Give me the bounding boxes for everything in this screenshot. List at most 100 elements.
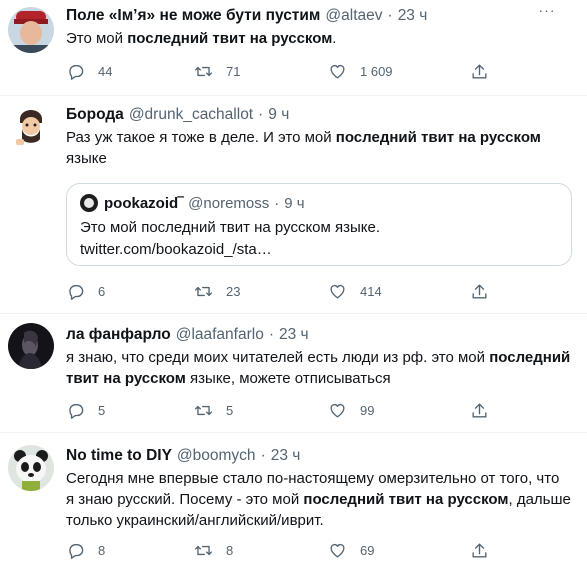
share-button[interactable] [470,539,489,561]
share-icon [472,542,487,558]
more-options-icon[interactable]: ··· [537,0,557,20]
tweet-actions: 6 23 414 [66,280,496,302]
quoted-tweet[interactable]: pookazoid‾ @noremoss · 9 ч Это мой после… [66,183,572,266]
tweet-header: Борода @drunk_cachallot · 9 ч [66,105,577,125]
tweet-actions: 5 5 99 [66,399,496,421]
retweet-count: 8 [226,542,234,558]
tweet[interactable]: Поле «Ім’я» не може бути пустим @altaev … [0,0,587,96]
reply-count: 44 [98,63,113,79]
separator-dot: · [268,326,274,343]
quoted-tweet-header: pookazoid‾ @noremoss · 9 ч [80,193,305,213]
share-icon [472,283,487,299]
separator-dot: · [274,194,280,212]
handle[interactable]: @laafanfarlo [176,325,264,345]
retweet-button[interactable]: 5 [194,399,233,421]
retweet-button[interactable]: 23 [194,280,240,302]
reply-button[interactable]: 44 [66,60,112,82]
reply-button[interactable]: 8 [66,539,105,561]
timestamp[interactable]: 23 ч [398,6,428,26]
retweet-button[interactable]: 71 [194,60,240,82]
text-bold-segment: последний твит на русском [303,491,509,508]
retweet-button[interactable]: 8 [194,539,233,561]
display-name[interactable]: No time to DIY [66,446,172,466]
quoted-timestamp: 9 ч [284,194,305,212]
timestamp[interactable]: 23 ч [279,325,309,345]
handle[interactable]: @drunk_cachallot [129,105,253,125]
text-bold-segment: последний твит на русском [335,129,541,146]
timestamp[interactable]: 23 ч [271,446,301,466]
text-segment: . [332,30,337,47]
tweet[interactable]: ла фанфарло @laafanfarlo · 23 ч я знаю, … [0,314,587,433]
tweet-actions: 8 8 69 [66,539,496,561]
avatar[interactable] [8,7,54,53]
like-button[interactable]: 99 [328,399,374,421]
retweet-icon [194,405,213,415]
tweet-feed: Поле «Ім’я» не може бути пустим @altaev … [0,0,587,572]
like-count: 1 609 [360,63,393,79]
tweet-header: No time to DIY @boomych · 23 ч [66,446,577,466]
share-icon [472,402,487,418]
handle[interactable]: @altaev [325,6,382,26]
share-button[interactable] [470,280,489,302]
quoted-display-name: pookazoid‾ [104,194,184,212]
heart-icon [330,403,345,418]
tweet-text: я знаю, что среди моих читателей есть лю… [66,347,571,389]
retweet-count: 71 [226,63,241,79]
retweet-icon [194,66,213,76]
like-count: 99 [360,402,375,418]
share-icon [472,63,487,79]
quoted-avatar [80,194,98,212]
display-name[interactable]: Борода [66,105,124,125]
quoted-tweet-text: Это мой последний твит на русском языке.… [80,217,560,261]
like-button[interactable]: 69 [328,539,374,561]
tweet-text: Это мой последний твит на русском. [66,28,571,49]
heart-icon [330,543,345,558]
retweet-count: 23 [226,283,241,299]
tweet-text: Сегодня мне впервые стало по-настоящему … [66,468,571,531]
retweet-icon [194,286,213,296]
reply-count: 6 [98,283,106,299]
text-segment: я знаю, что среди моих читателей есть лю… [66,349,490,366]
reply-button[interactable]: 5 [66,399,105,421]
tweet-header: ла фанфарло @laafanfarlo · 23 ч [66,325,577,345]
text-segment: языке, можете отписываться [185,370,391,387]
like-count: 69 [360,542,375,558]
reply-icon [69,64,84,80]
display-name[interactable]: ла фанфарло [66,325,171,345]
reply-icon [69,284,84,300]
handle[interactable]: @boomych [177,446,256,466]
separator-dot: · [258,106,264,123]
text-segment: Это мой [66,30,128,47]
heart-icon [330,284,345,299]
share-button[interactable] [470,60,489,82]
retweet-count: 5 [226,402,234,418]
quoted-link[interactable]: twitter.com/bookazoid_/sta… [80,239,560,261]
timestamp[interactable]: 9 ч [268,105,289,125]
reply-icon [69,543,84,559]
tweet[interactable]: No time to DIY @boomych · 23 ч Сегодня м… [0,433,587,572]
tweet-text: Раз уж такое я тоже в деле. И это мой по… [66,127,571,169]
reply-icon [69,403,84,419]
avatar-panda-icon [8,445,54,491]
quoted-line: Это мой последний твит на русском языке. [80,219,381,236]
like-button[interactable]: 1 609 [328,60,393,82]
heart-icon [330,64,345,79]
tweet-header: Поле «Ім’я» не може бути пустим @altaev … [66,6,577,26]
text-segment: Раз уж такое я тоже в деле. И это мой [66,129,336,146]
share-button[interactable] [470,399,489,421]
retweet-icon [194,545,213,555]
text-bold-segment: последний твит на русском [127,30,333,47]
avatar-red-cap-photo-icon [8,7,54,53]
display-name[interactable]: Поле «Ім’я» не може бути пустим [66,6,320,26]
reply-count: 8 [98,542,106,558]
tweet[interactable]: Борода @drunk_cachallot · 9 ч Раз уж так… [0,96,587,314]
avatar[interactable] [8,445,54,491]
tweet-actions: 44 71 1 609 [66,60,496,82]
like-button[interactable]: 414 [328,280,382,302]
avatar[interactable] [8,105,54,151]
avatar[interactable] [8,323,54,369]
like-count: 414 [360,283,382,299]
avatar-dark-portrait-icon [8,323,54,369]
separator-dot: · [387,7,393,24]
reply-button[interactable]: 6 [66,280,105,302]
